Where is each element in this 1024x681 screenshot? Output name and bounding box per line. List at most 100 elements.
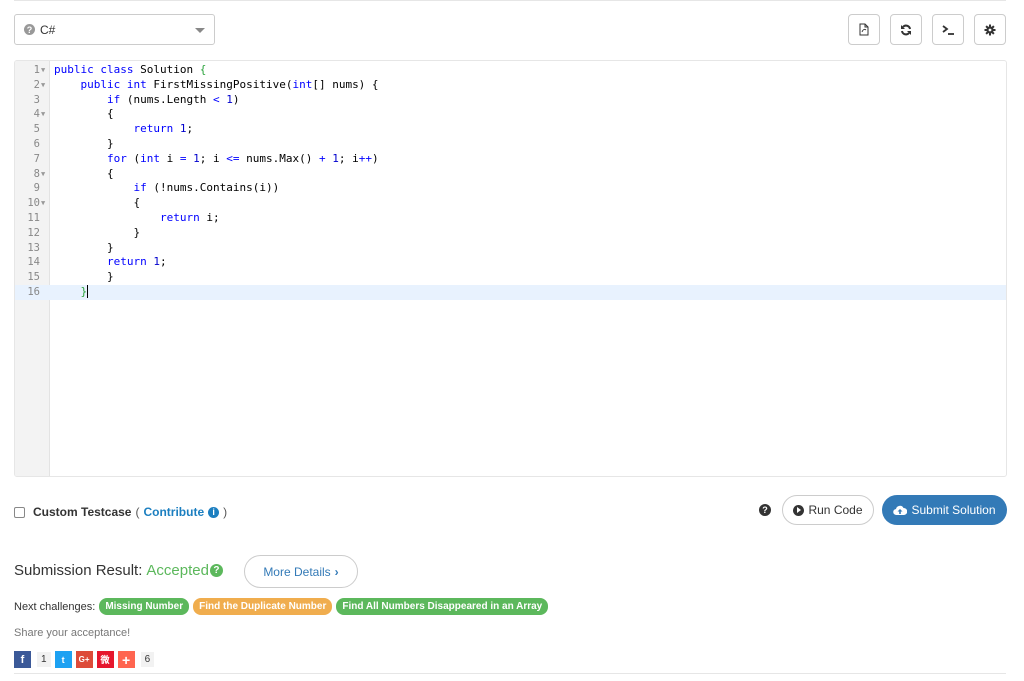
code-line[interactable]: 6 } xyxy=(15,137,1006,152)
question-circle-icon[interactable]: ? xyxy=(759,504,771,516)
code-text: } xyxy=(54,225,141,239)
challenge-tag-find-disappeared[interactable]: Find All Numbers Disappeared in an Array xyxy=(336,598,549,615)
google-plus-icon[interactable]: G+ xyxy=(75,651,93,668)
file-icon xyxy=(859,23,869,36)
line-number: 7 xyxy=(33,152,40,165)
line-number: 9 xyxy=(33,182,40,195)
total-share-count: 6 xyxy=(140,652,155,667)
fold-arrow-icon[interactable]: ▼ xyxy=(41,63,45,78)
code-line[interactable]: 8 ▼ { xyxy=(15,167,1006,182)
reset-button[interactable] xyxy=(890,14,922,45)
next-challenges: Next challenges: Missing Number Find the… xyxy=(14,598,549,615)
submit-solution-label: Submit Solution xyxy=(911,503,996,517)
code-text: { xyxy=(54,196,141,210)
line-number: 8 xyxy=(33,167,40,180)
submission-result: Submission Result: Accepted ? xyxy=(14,562,223,579)
code-text: if (!nums.Contains(i)) xyxy=(133,181,280,195)
social-share-bar: f 1 t G+ 微 + 6 xyxy=(14,651,158,668)
line-number: 12 xyxy=(27,226,40,239)
challenge-tag-find-duplicate[interactable]: Find the Duplicate Number xyxy=(193,598,333,615)
info-icon[interactable]: i xyxy=(208,506,220,518)
code-editor[interactable]: 1 ▼ public class Solution {2 ▼ public int F… xyxy=(14,60,1007,477)
code-text: if (nums.Length < 1) xyxy=(106,92,240,106)
code-line[interactable]: 14 return 1; xyxy=(15,255,1006,270)
fold-arrow-icon[interactable]: ▼ xyxy=(41,196,45,211)
code-text: } xyxy=(54,270,114,284)
console-button[interactable] xyxy=(932,14,964,45)
code-line[interactable]: 5 return 1; xyxy=(15,122,1006,137)
next-challenges-label: Next challenges: xyxy=(14,600,96,613)
code-line[interactable]: 13 } xyxy=(15,241,1006,256)
weibo-icon[interactable]: 微 xyxy=(96,651,114,668)
run-code-label: Run Code xyxy=(808,503,863,517)
fold-arrow-icon[interactable]: ▼ xyxy=(41,107,45,122)
more-details-label: More Details xyxy=(263,564,331,579)
cloud-upload-icon xyxy=(893,505,908,515)
facebook-icon[interactable]: f xyxy=(14,651,31,668)
custom-testcase-checkbox[interactable] xyxy=(14,506,25,518)
line-number: 16 xyxy=(27,285,40,298)
top-divider xyxy=(14,0,1006,1)
code-text: return i; xyxy=(159,210,220,224)
code-line[interactable]: 7 for (int i = 1; i <= nums.Max() + 1; i… xyxy=(15,152,1006,167)
gear-icon xyxy=(984,24,996,35)
line-number: 6 xyxy=(33,137,40,150)
share-label: Share your acceptance! xyxy=(14,627,131,639)
code-line[interactable]: 1 ▼ public class Solution { xyxy=(15,63,1006,78)
code-text: for (int i = 1; i <= nums.Max() + 1; i++… xyxy=(106,151,379,165)
line-number: 13 xyxy=(27,241,40,254)
question-circle-icon[interactable]: ? xyxy=(209,564,223,577)
code-text: return 1; xyxy=(133,122,194,136)
code-line[interactable]: 2 ▼ public int FirstMissingPositive(int[]… xyxy=(15,78,1006,93)
code-text: { xyxy=(54,166,114,180)
facebook-share-count: 1 xyxy=(37,652,51,667)
code-line[interactable]: 11 return i; xyxy=(15,211,1006,226)
custom-testcase-row: Custom Testcase ( Contribute i ) xyxy=(14,505,231,519)
challenge-tag-missing-number[interactable]: Missing Number xyxy=(99,598,190,615)
twitter-icon[interactable]: t xyxy=(54,651,72,668)
code-text: } xyxy=(54,240,114,254)
play-icon xyxy=(793,504,805,516)
settings-button[interactable] xyxy=(974,14,1006,45)
load-file-button[interactable] xyxy=(848,14,880,45)
code-line[interactable]: 15 } xyxy=(15,270,1006,285)
more-share-icon[interactable]: + xyxy=(117,651,135,668)
line-number: 3 xyxy=(33,93,40,106)
line-number: 5 xyxy=(33,123,40,136)
bottom-divider xyxy=(14,673,1006,674)
code-text: public class Solution { xyxy=(54,63,207,76)
submission-status: Accepted xyxy=(146,562,209,579)
language-selected: C# xyxy=(40,22,56,37)
line-number: 11 xyxy=(27,211,40,224)
line-number: 10 xyxy=(27,197,40,210)
contribute-link[interactable]: Contribute xyxy=(143,505,204,519)
code-text: public int FirstMissingPositive(int[] nu… xyxy=(80,77,379,91)
submit-solution-button[interactable]: Submit Solution xyxy=(882,495,1007,525)
code-line[interactable]: 4 ▼ { xyxy=(15,107,1006,122)
chevron-right-icon: › xyxy=(334,564,339,579)
line-number: 14 xyxy=(27,256,40,269)
code-text: } xyxy=(54,136,114,150)
custom-testcase-label: Custom Testcase xyxy=(33,505,132,519)
code-line[interactable]: 16 } xyxy=(15,284,1006,300)
terminal-icon xyxy=(942,24,954,35)
refresh-icon xyxy=(901,24,911,35)
code-line[interactable]: 12 } xyxy=(15,226,1006,241)
code-lines[interactable]: 1 ▼ public class Solution {2 ▼ public int F… xyxy=(15,63,1006,300)
code-line[interactable]: 10 ▼ { xyxy=(15,196,1006,211)
help-icon: ? xyxy=(24,24,35,35)
code-line[interactable]: 3 if (nums.Length < 1) xyxy=(15,93,1006,108)
run-code-button[interactable]: Run Code xyxy=(782,495,874,525)
line-number: 1 xyxy=(33,64,40,76)
fold-arrow-icon[interactable]: ▼ xyxy=(41,78,45,93)
code-text: return 1; xyxy=(106,255,167,269)
language-select[interactable]: ? C# xyxy=(14,14,215,45)
line-number: 15 xyxy=(27,271,40,284)
code-text: { xyxy=(54,107,114,121)
chevron-down-icon xyxy=(195,28,205,33)
fold-arrow-icon[interactable]: ▼ xyxy=(41,167,45,182)
open-paren: ( xyxy=(135,505,140,519)
code-line[interactable]: 9 if (!nums.Contains(i)) xyxy=(15,181,1006,196)
more-details-button[interactable]: More Details › xyxy=(244,555,358,588)
close-paren: ) xyxy=(223,505,228,519)
